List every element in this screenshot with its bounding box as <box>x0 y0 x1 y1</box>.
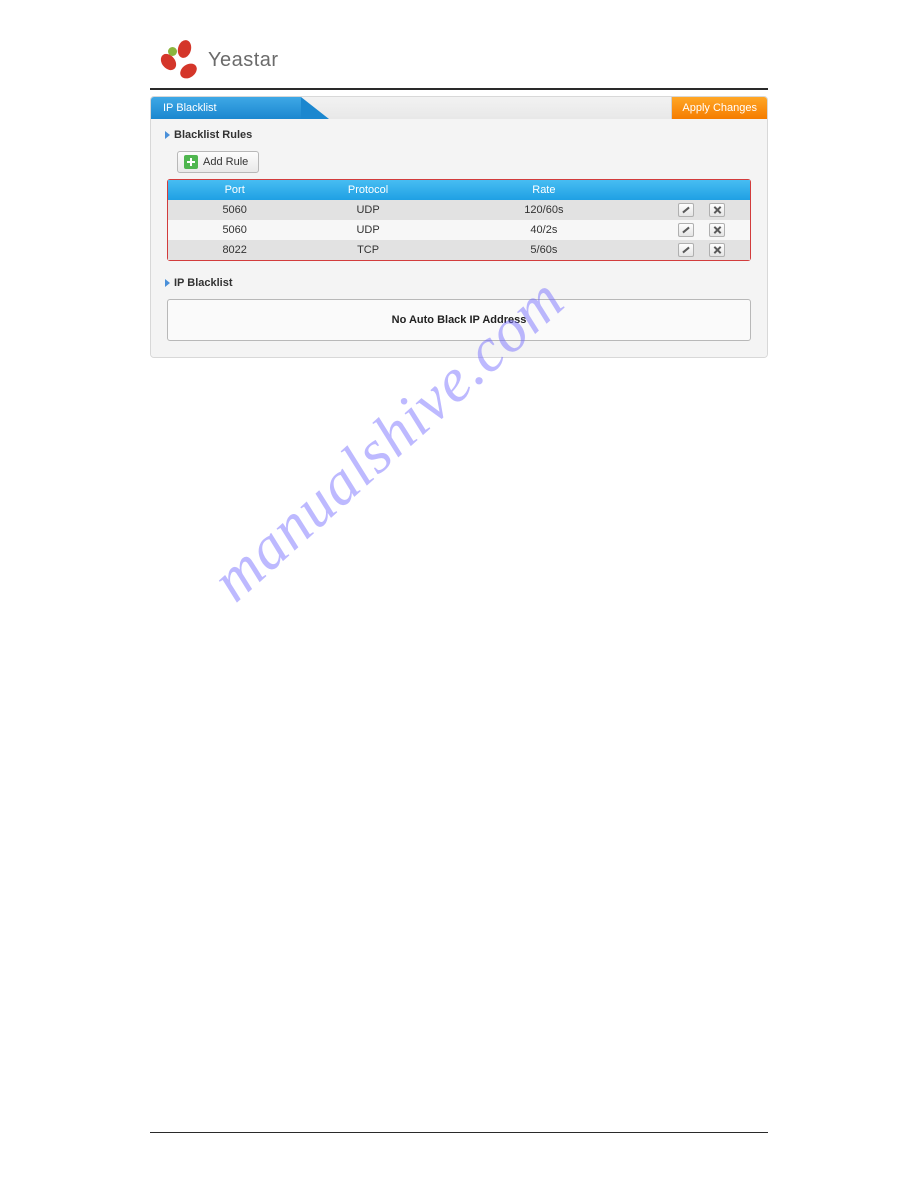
edit-icon[interactable] <box>678 243 694 257</box>
footer-divider <box>150 1132 768 1133</box>
ip-blacklist-empty-box: No Auto Black IP Address <box>167 299 751 341</box>
brand-logo: Yeastar <box>150 40 768 80</box>
table-row: 5060 UDP 40/2s <box>168 220 750 240</box>
cell-actions <box>653 240 750 260</box>
cell-actions <box>653 200 750 220</box>
plus-icon <box>184 155 198 169</box>
page-title-tab: IP Blacklist <box>151 97 301 119</box>
edit-icon[interactable] <box>678 223 694 237</box>
col-header-port: Port <box>168 180 301 200</box>
cell-rate: 5/60s <box>435 240 653 260</box>
blacklist-rules-heading: Blacklist Rules <box>165 129 753 141</box>
cell-protocol: UDP <box>301 200 434 220</box>
cell-port: 8022 <box>168 240 301 260</box>
cell-port: 5060 <box>168 200 301 220</box>
add-rule-button[interactable]: Add Rule <box>177 151 259 173</box>
header-divider <box>150 88 768 90</box>
col-header-protocol: Protocol <box>301 180 434 200</box>
title-bar: IP Blacklist Apply Changes <box>151 97 767 119</box>
ip-blacklist-heading: IP Blacklist <box>165 277 753 289</box>
col-header-actions <box>653 180 750 200</box>
logo-mark <box>160 40 202 80</box>
brand-name: Yeastar <box>208 49 279 72</box>
cell-actions <box>653 220 750 240</box>
cell-protocol: TCP <box>301 240 434 260</box>
add-rule-label: Add Rule <box>203 156 248 168</box>
edit-icon[interactable] <box>678 203 694 217</box>
rules-table: Port Protocol Rate 5060 UDP 120/60s <box>168 180 750 260</box>
delete-icon[interactable] <box>709 223 725 237</box>
page-title: IP Blacklist <box>163 102 217 114</box>
delete-icon[interactable] <box>709 203 725 217</box>
col-header-rate: Rate <box>435 180 653 200</box>
table-row: 8022 TCP 5/60s <box>168 240 750 260</box>
cell-port: 5060 <box>168 220 301 240</box>
rules-table-outline: Port Protocol Rate 5060 UDP 120/60s <box>167 179 751 261</box>
delete-icon[interactable] <box>709 243 725 257</box>
app-panel: IP Blacklist Apply Changes Blacklist Rul… <box>150 96 768 358</box>
cell-rate: 40/2s <box>435 220 653 240</box>
table-row: 5060 UDP 120/60s <box>168 200 750 220</box>
no-ip-text: No Auto Black IP Address <box>392 314 527 326</box>
apply-changes-button[interactable]: Apply Changes <box>671 97 767 119</box>
apply-changes-label: Apply Changes <box>682 102 757 114</box>
cell-rate: 120/60s <box>435 200 653 220</box>
cell-protocol: UDP <box>301 220 434 240</box>
